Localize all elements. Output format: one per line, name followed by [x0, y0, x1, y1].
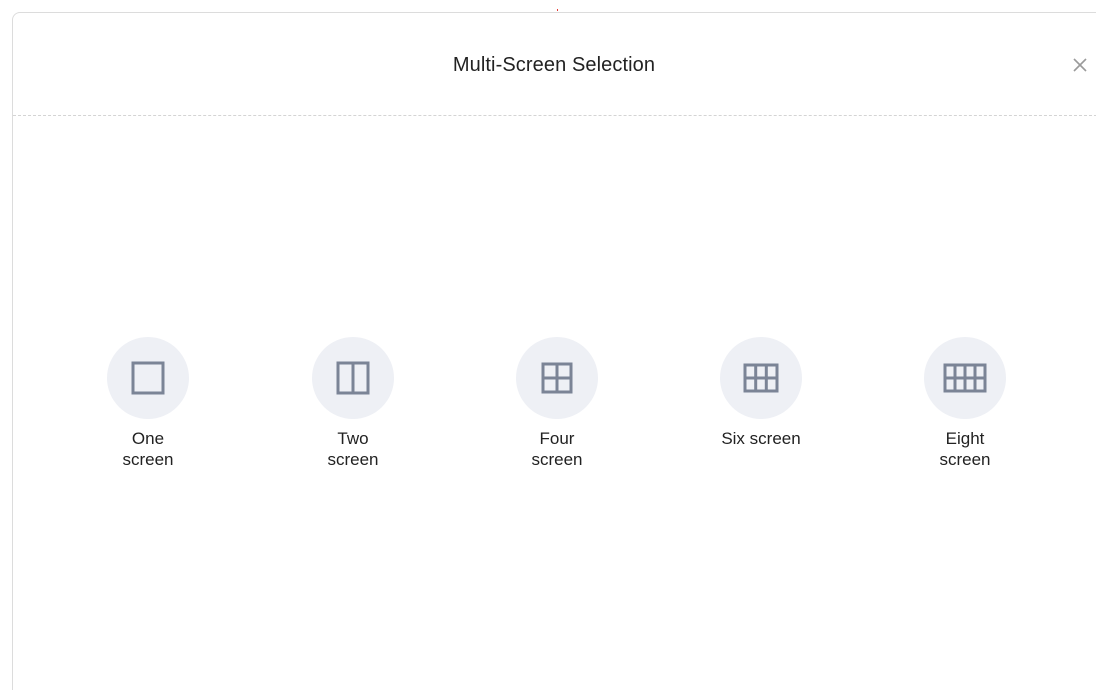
one-screen-icon [131, 361, 165, 395]
two-screen-label: Two screen [327, 429, 379, 469]
six-screen-option[interactable]: Six screen [701, 337, 821, 449]
two-screen-option[interactable]: Two screen [293, 337, 413, 470]
one-screen-icon-circle [107, 337, 189, 419]
four-screen-icon [541, 362, 573, 394]
eight-screen-option[interactable]: Eight screen [905, 337, 1025, 470]
four-screen-icon-circle [516, 337, 598, 419]
eight-screen-label: Eight screen [939, 429, 991, 469]
page: Multi-Screen Selection One screen Two sc… [0, 0, 1096, 690]
eight-screen-icon-circle [924, 337, 1006, 419]
dialog-header: Multi-Screen Selection [13, 13, 1096, 116]
two-screen-icon [336, 361, 370, 395]
close-icon [1073, 58, 1087, 72]
one-screen-option[interactable]: One screen [88, 337, 208, 470]
marker-dot [557, 9, 558, 11]
screen-layout-options: One screen Two screen Four screen Six sc… [0, 337, 1096, 487]
close-button[interactable] [1069, 54, 1091, 76]
four-screen-label: Four screen [531, 429, 583, 469]
eight-screen-icon [943, 363, 987, 393]
four-screen-option[interactable]: Four screen [497, 337, 617, 470]
six-screen-icon-circle [720, 337, 802, 419]
two-screen-icon-circle [312, 337, 394, 419]
six-screen-icon [743, 363, 779, 393]
one-screen-label: One screen [122, 429, 174, 469]
dialog-title: Multi-Screen Selection [452, 54, 656, 76]
six-screen-label: Six screen [721, 429, 801, 448]
